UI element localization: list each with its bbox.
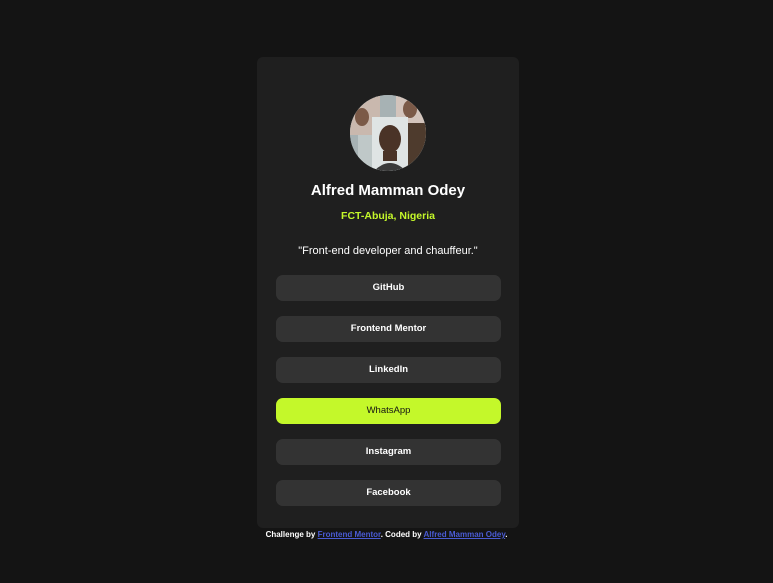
profile-photo-icon xyxy=(350,95,426,171)
author-link[interactable]: Alfred Mamman Odey xyxy=(424,530,506,539)
attribution-footer: Challenge by Frontend Mentor. Coded by A… xyxy=(0,530,773,539)
frontend-mentor-link[interactable]: Frontend Mentor xyxy=(318,530,381,539)
avatar xyxy=(350,95,426,171)
footer-middle: . Coded by xyxy=(380,530,422,539)
github-button[interactable]: GitHub xyxy=(276,275,501,301)
profile-card: Alfred Mamman Odey FCT-Abuja, Nigeria "F… xyxy=(257,57,519,528)
facebook-button[interactable]: Facebook xyxy=(276,480,501,506)
footer-suffix: . xyxy=(505,530,508,539)
whatsapp-button[interactable]: WhatsApp xyxy=(276,398,501,424)
footer-prefix: Challenge by xyxy=(265,530,316,539)
profile-location: FCT-Abuja, Nigeria xyxy=(341,210,435,222)
linkedin-button[interactable]: LinkedIn xyxy=(276,357,501,383)
profile-bio: "Front-end developer and chauffeur." xyxy=(298,245,478,257)
frontend-mentor-button[interactable]: Frontend Mentor xyxy=(276,316,501,342)
social-links: GitHub Frontend Mentor LinkedIn WhatsApp… xyxy=(276,275,501,521)
instagram-button[interactable]: Instagram xyxy=(276,439,501,465)
profile-name: Alfred Mamman Odey xyxy=(310,182,466,199)
